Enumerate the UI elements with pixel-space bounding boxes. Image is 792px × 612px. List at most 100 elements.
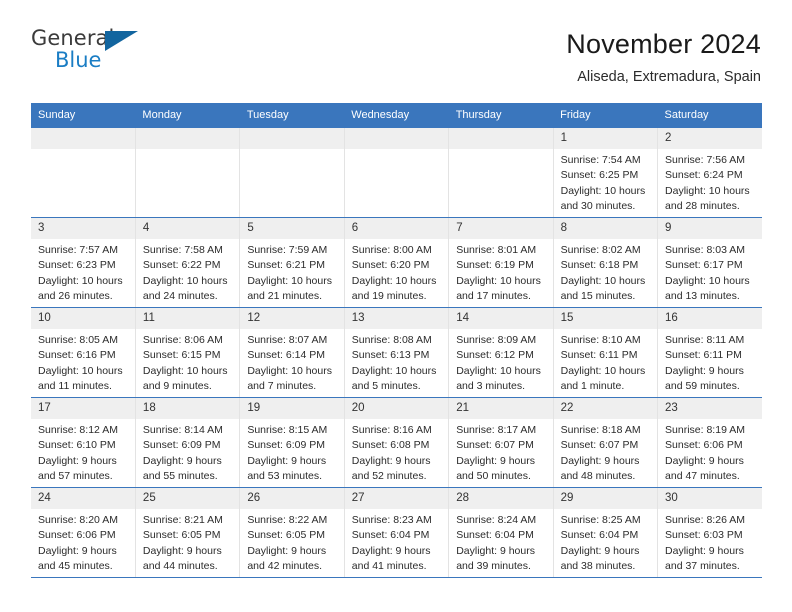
weekday-header-monday: Monday xyxy=(135,103,240,128)
calendar-day-cell[interactable]: 22 Sunrise: 8:18 AM Sunset: 6:07 PM Dayligh… xyxy=(553,397,659,488)
calendar-day-cell[interactable]: 8 Sunrise: 8:02 AM Sunset: 6:18 PM Daylight… xyxy=(553,217,659,308)
day-details: Sunrise: 7:59 AM Sunset: 6:21 PM Daylight:… xyxy=(240,239,343,305)
generalblue-logo[interactable]: General Blue xyxy=(31,26,143,80)
day-number: 7 xyxy=(449,218,553,239)
daylight-duration-line1: Daylight: 10 hours xyxy=(142,274,228,287)
calendar-day-cell[interactable]: 15 Sunrise: 8:10 AM Sunset: 6:11 PM Dayligh… xyxy=(553,307,659,398)
daylight-duration-line2: and 52 minutes. xyxy=(351,470,427,483)
calendar-day-cell-empty xyxy=(239,128,345,218)
day-details: Sunrise: 8:00 AM Sunset: 6:20 PM Daylight:… xyxy=(345,239,448,305)
calendar-page: General Blue November 2024 Aliseda, Extr… xyxy=(0,0,792,612)
daylight-duration-line2: and 45 minutes. xyxy=(38,560,113,573)
sunrise-time: Sunrise: 8:25 AM xyxy=(560,514,641,526)
sunrise-time: Sunrise: 8:12 AM xyxy=(38,424,118,436)
daylight-duration-line1: Daylight: 9 hours xyxy=(456,454,535,467)
calendar-day-cell[interactable]: 9 Sunrise: 8:03 AM Sunset: 6:17 PM Daylight… xyxy=(657,217,762,308)
day-details: Sunrise: 8:10 AM Sunset: 6:11 PM Daylight:… xyxy=(554,329,657,395)
daylight-duration-line1: Daylight: 10 hours xyxy=(665,184,750,197)
sunset-time: Sunset: 6:16 PM xyxy=(38,349,116,362)
calendar-day-cell[interactable]: 17 Sunrise: 8:12 AM Sunset: 6:10 PM Dayligh… xyxy=(31,397,136,488)
calendar-day-cell[interactable]: 6 Sunrise: 8:00 AM Sunset: 6:20 PM Daylight… xyxy=(344,217,450,308)
sunrise-time: Sunrise: 8:19 AM xyxy=(665,424,745,436)
calendar-day-cell[interactable]: 28 Sunrise: 8:24 AM Sunset: 6:04 PM Dayligh… xyxy=(448,487,554,578)
sunrise-time: Sunrise: 8:09 AM xyxy=(456,334,537,346)
sunset-time: Sunset: 6:04 PM xyxy=(351,529,430,542)
calendar-day-cell[interactable]: 30 Sunrise: 8:26 AM Sunset: 6:03 PM Dayligh… xyxy=(657,487,762,578)
calendar-body: 1 Sunrise: 7:54 AM Sunset: 6:25 PM Daylight… xyxy=(31,128,762,578)
calendar-day-cell[interactable]: 25 Sunrise: 8:21 AM Sunset: 6:05 PM Dayligh… xyxy=(135,487,241,578)
day-number: 1 xyxy=(553,128,658,149)
sunset-time: Sunset: 6:08 PM xyxy=(351,439,430,452)
calendar-day-cell-empty xyxy=(344,128,450,218)
day-details: Sunrise: 8:09 AM Sunset: 6:12 PM Daylight:… xyxy=(449,329,552,395)
calendar-day-cell[interactable]: 7 Sunrise: 8:01 AM Sunset: 6:19 PM Daylight… xyxy=(448,217,554,308)
day-details: Sunrise: 8:14 AM Sunset: 6:09 PM Daylight:… xyxy=(136,419,239,485)
daylight-duration-line1: Daylight: 9 hours xyxy=(351,454,431,467)
calendar-day-cell[interactable]: 21 Sunrise: 8:17 AM Sunset: 6:07 PM Dayligh… xyxy=(448,397,554,488)
calendar-day-cell[interactable]: 5 Sunrise: 7:59 AM Sunset: 6:21 PM Daylight… xyxy=(239,217,345,308)
calendar-day-cell[interactable]: 27 Sunrise: 8:23 AM Sunset: 6:04 PM Dayligh… xyxy=(344,487,450,578)
sunrise-time: Sunrise: 8:11 AM xyxy=(665,334,745,346)
calendar-day-cell[interactable]: 18 Sunrise: 8:14 AM Sunset: 6:09 PM Dayligh… xyxy=(135,397,241,488)
sunrise-time: Sunrise: 8:18 AM xyxy=(560,424,641,436)
day-number: 29 xyxy=(553,488,658,509)
daylight-duration-line1: Daylight: 9 hours xyxy=(351,544,431,557)
sunset-time: Sunset: 6:17 PM xyxy=(665,259,743,272)
calendar-day-cell[interactable]: 16 Sunrise: 8:11 AM Sunset: 6:11 PM Dayligh… xyxy=(657,307,762,398)
sunrise-time: Sunrise: 7:56 AM xyxy=(665,154,745,166)
daylight-duration-line1: Daylight: 9 hours xyxy=(665,364,744,377)
daylight-duration-line1: Daylight: 9 hours xyxy=(560,454,640,467)
calendar-day-cell[interactable]: 11 Sunrise: 8:06 AM Sunset: 6:15 PM Dayligh… xyxy=(135,307,241,398)
daylight-duration-line1: Daylight: 9 hours xyxy=(247,454,327,467)
calendar-week-row: 3 Sunrise: 7:57 AM Sunset: 6:23 PM Daylight… xyxy=(31,217,762,308)
day-number: 11 xyxy=(135,308,240,329)
calendar-day-cell[interactable]: 14 Sunrise: 8:09 AM Sunset: 6:12 PM Dayligh… xyxy=(448,307,554,398)
sunset-time: Sunset: 6:05 PM xyxy=(247,529,325,542)
calendar-day-cell[interactable]: 10 Sunrise: 8:05 AM Sunset: 6:16 PM Dayligh… xyxy=(31,307,136,398)
calendar-week-row: 10 Sunrise: 8:05 AM Sunset: 6:16 PM Dayligh… xyxy=(31,307,762,398)
day-details: Sunrise: 8:18 AM Sunset: 6:07 PM Daylight:… xyxy=(554,419,657,485)
daylight-duration-line1: Daylight: 9 hours xyxy=(665,454,744,467)
day-number: 30 xyxy=(658,488,762,509)
daylight-duration-line2: and 48 minutes. xyxy=(560,470,636,483)
calendar-day-cell[interactable]: 2 Sunrise: 7:56 AM Sunset: 6:24 PM Daylight… xyxy=(657,128,762,218)
day-number: 21 xyxy=(449,398,553,419)
calendar-day-cell[interactable]: 26 Sunrise: 8:22 AM Sunset: 6:05 PM Dayligh… xyxy=(239,487,345,578)
daylight-duration-line1: Daylight: 9 hours xyxy=(142,454,222,467)
day-details: Sunrise: 8:01 AM Sunset: 6:19 PM Daylight:… xyxy=(449,239,552,305)
calendar-day-cell[interactable]: 24 Sunrise: 8:20 AM Sunset: 6:06 PM Dayligh… xyxy=(31,487,136,578)
calendar-day-cell[interactable]: 20 Sunrise: 8:16 AM Sunset: 6:08 PM Dayligh… xyxy=(344,397,450,488)
daylight-duration-line1: Daylight: 10 hours xyxy=(351,274,437,287)
day-number xyxy=(449,128,553,149)
daylight-duration-line2: and 38 minutes. xyxy=(560,560,636,573)
calendar-day-cell[interactable]: 23 Sunrise: 8:19 AM Sunset: 6:06 PM Dayligh… xyxy=(657,397,762,488)
sunset-time: Sunset: 6:25 PM xyxy=(560,169,639,182)
calendar-day-cell[interactable]: 3 Sunrise: 7:57 AM Sunset: 6:23 PM Daylight… xyxy=(31,217,136,308)
day-number: 14 xyxy=(449,308,553,329)
day-details: Sunrise: 8:02 AM Sunset: 6:18 PM Daylight:… xyxy=(554,239,657,305)
sunrise-time: Sunrise: 8:17 AM xyxy=(456,424,537,436)
day-details: Sunrise: 8:20 AM Sunset: 6:06 PM Daylight:… xyxy=(31,509,135,575)
calendar-day-cell[interactable]: 29 Sunrise: 8:25 AM Sunset: 6:04 PM Dayligh… xyxy=(553,487,659,578)
triangle-icon xyxy=(105,31,138,51)
logo-text-blue: Blue xyxy=(55,48,102,72)
daylight-duration-line2: and 5 minutes. xyxy=(351,380,421,393)
day-details: Sunrise: 8:03 AM Sunset: 6:17 PM Daylight:… xyxy=(658,239,762,305)
weekday-header-saturday: Saturday xyxy=(657,103,762,128)
calendar-day-cell[interactable]: 1 Sunrise: 7:54 AM Sunset: 6:25 PM Daylight… xyxy=(553,128,659,218)
sunrise-sunset-calendar: Sunday Monday Tuesday Wednesday Thursday… xyxy=(31,103,762,578)
calendar-day-cell[interactable]: 12 Sunrise: 8:07 AM Sunset: 6:14 PM Dayligh… xyxy=(239,307,345,398)
daylight-duration-line2: and 15 minutes. xyxy=(560,290,636,303)
calendar-day-cell[interactable]: 13 Sunrise: 8:08 AM Sunset: 6:13 PM Dayligh… xyxy=(344,307,450,398)
day-number: 17 xyxy=(31,398,135,419)
calendar-day-cell[interactable]: 4 Sunrise: 7:58 AM Sunset: 6:22 PM Daylight… xyxy=(135,217,241,308)
weekday-header-friday: Friday xyxy=(553,103,658,128)
daylight-duration-line2: and 11 minutes. xyxy=(38,380,112,393)
calendar-day-cell[interactable]: 19 Sunrise: 8:15 AM Sunset: 6:09 PM Dayligh… xyxy=(239,397,345,488)
day-number: 18 xyxy=(135,398,240,419)
day-details: Sunrise: 8:23 AM Sunset: 6:04 PM Daylight:… xyxy=(345,509,448,575)
daylight-duration-line1: Daylight: 9 hours xyxy=(38,544,117,557)
day-number: 25 xyxy=(135,488,240,509)
weekday-header-wednesday: Wednesday xyxy=(344,103,449,128)
daylight-duration-line2: and 19 minutes. xyxy=(351,290,427,303)
